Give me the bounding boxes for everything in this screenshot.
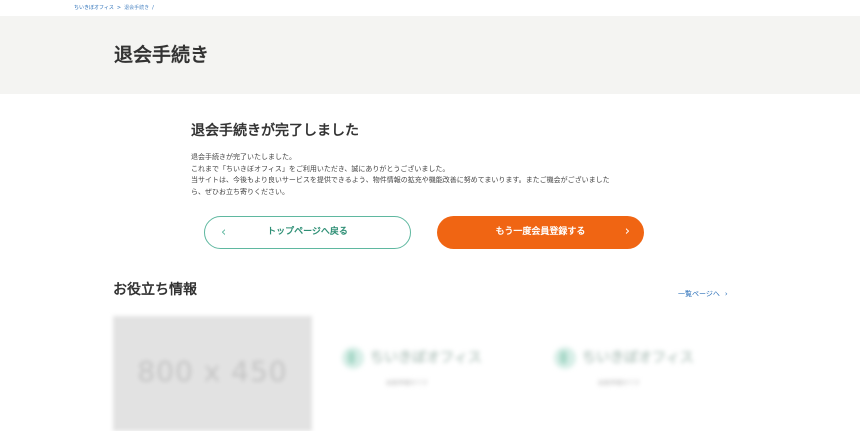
useful-info-heading: お役立ち情報	[113, 282, 197, 298]
completion-line: 退会手続きが完了いたしました。	[191, 153, 296, 161]
chevron-right-icon: ›	[624, 224, 630, 239]
register-again-label: もう一度会員登録する	[495, 227, 586, 237]
register-again-button[interactable]: もう一度会員登録する ›	[437, 216, 644, 249]
breadcrumb-current: 退会手続き	[124, 5, 150, 11]
card-brand-text: ちいきぼオフィス	[582, 350, 694, 366]
back-to-top-button[interactable]: ‹ トップページへ戻る	[204, 216, 411, 249]
card-image-pending-text: 画像準備中です	[386, 380, 429, 387]
view-all-link[interactable]: 一覧ページへ ›	[678, 288, 728, 300]
view-all-label: 一覧ページへ	[678, 290, 720, 298]
chevron-right-icon: ›	[724, 290, 728, 298]
logo-mark-icon	[342, 347, 364, 369]
page-title: 退会手続き	[114, 44, 210, 66]
completion-line: ら、ぜひお立ち寄りください。	[191, 187, 289, 196]
completion-heading: 退会手続きが完了しました	[191, 123, 359, 139]
card-image-pending-text: 画像準備中です	[598, 380, 641, 387]
breadcrumb-separator: >	[116, 5, 122, 11]
thumbnail-placeholder-text: 800 x 450	[137, 355, 288, 388]
breadcrumb: ちいきぼオフィス > 退会手続き /	[74, 3, 157, 13]
chevron-left-icon: ‹	[221, 225, 227, 240]
article-card-thumbnail[interactable]: 800 x 450	[113, 316, 312, 431]
back-to-top-label: トップページへ戻る	[267, 227, 348, 237]
logo-mark-icon	[554, 347, 576, 369]
article-card-logo[interactable]: ちいきぼオフィス 画像準備中です	[330, 335, 530, 405]
card-brand-text: ちいきぼオフィス	[370, 350, 482, 366]
completion-line: 当サイトは、今後もより良いサービスを提供できるよう、物件情報の拡充や機能改善に努…	[191, 176, 610, 184]
article-card-logo[interactable]: ちいきぼオフィス 画像準備中です	[542, 335, 742, 405]
breadcrumb-trailing: /	[152, 5, 154, 11]
breadcrumb-home-link[interactable]: ちいきぼオフィス	[74, 5, 114, 11]
completion-line: これまで「ちいきぼオフィス」をご利用いただき、誠にありがとうございました。	[191, 164, 450, 173]
completion-message: 退会手続きが完了いたしました。 これまで「ちいきぼオフィス」をご利用いただき、誠…	[191, 152, 666, 198]
